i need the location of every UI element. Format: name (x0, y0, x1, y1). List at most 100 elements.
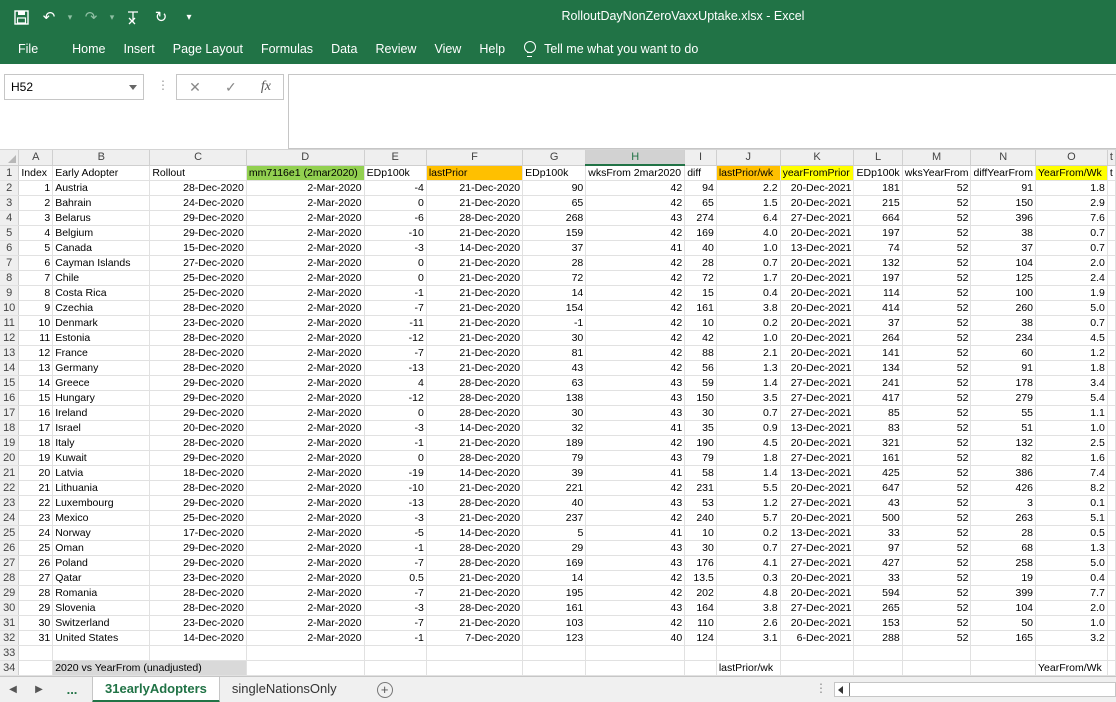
cell[interactable]: 21-Dec-2020 (426, 315, 524, 331)
cell[interactable]: 202 (684, 585, 717, 601)
cell[interactable]: -3 (364, 600, 427, 616)
cell[interactable]: 240 (684, 510, 717, 526)
cell[interactable]: 2-Mar-2020 (246, 225, 365, 241)
cell[interactable]: 29-Dec-2020 (149, 540, 247, 556)
cell[interactable]: 30 (684, 405, 717, 421)
cell[interactable] (684, 660, 717, 676)
cell[interactable]: 37 (522, 240, 587, 256)
cell[interactable]: 138 (522, 390, 587, 406)
header-cell[interactable]: lastPrior/wk (716, 165, 781, 181)
cell[interactable]: 2-Mar-2020 (246, 570, 365, 586)
cell[interactable]: Slovenia (52, 600, 151, 616)
cell[interactable]: 21 (18, 480, 54, 496)
cell[interactable]: 664 (853, 210, 903, 226)
cell[interactable]: 2-Mar-2020 (246, 600, 365, 616)
cell[interactable]: 4.1 (716, 555, 781, 571)
cell[interactable]: 1.4 (716, 375, 781, 391)
cell[interactable]: 23 (18, 510, 54, 526)
header-cell[interactable]: Rollout (149, 165, 247, 181)
cell[interactable] (1035, 645, 1108, 661)
cell[interactable]: 27-Dec-2020 (149, 255, 247, 271)
cell[interactable]: 28-Dec-2020 (149, 585, 247, 601)
cell[interactable]: 52 (902, 195, 972, 211)
cell[interactable]: 1.8 (716, 450, 781, 466)
column-header-c[interactable]: C (149, 150, 247, 166)
cell[interactable]: 0.7 (1035, 315, 1108, 331)
cell[interactable]: 26 (18, 555, 54, 571)
cell[interactable]: 41 (585, 420, 686, 436)
cell[interactable]: 2-Mar-2020 (246, 465, 365, 481)
cell[interactable]: 52 (902, 360, 972, 376)
cell[interactable]: 59 (684, 375, 717, 391)
tab-file[interactable]: File (0, 34, 63, 64)
cell[interactable]: 28 (18, 585, 54, 601)
cell[interactable]: -1 (364, 285, 427, 301)
cell[interactable] (780, 645, 855, 661)
cell[interactable]: 321 (853, 435, 903, 451)
header-cell[interactable]: EDp100k (364, 165, 427, 181)
cell[interactable]: 29-Dec-2020 (149, 495, 247, 511)
cell[interactable]: -13 (364, 360, 427, 376)
cell[interactable]: Ireland (52, 405, 151, 421)
cell[interactable]: 14-Dec-2020 (149, 630, 247, 646)
cell[interactable] (970, 660, 1037, 676)
cell[interactable]: 197 (853, 225, 903, 241)
tab-insert[interactable]: Insert (115, 34, 164, 64)
cell[interactable]: -7 (364, 345, 427, 361)
cell[interactable]: 51 (970, 420, 1037, 436)
cell[interactable]: 1 (18, 180, 54, 196)
cell[interactable]: 1.3 (716, 360, 781, 376)
cell[interactable]: 52 (902, 465, 972, 481)
row-header[interactable]: 4 (0, 210, 20, 226)
cell[interactable]: 21-Dec-2020 (426, 300, 524, 316)
cell[interactable] (426, 660, 524, 676)
cell[interactable]: 6.4 (716, 210, 781, 226)
formula-input[interactable] (288, 74, 1116, 149)
cell[interactable]: 68 (970, 540, 1037, 556)
cell[interactable]: 43 (585, 555, 686, 571)
header-cell[interactable]: lastPrior (426, 165, 524, 181)
row-header[interactable]: 22 (0, 480, 20, 496)
cell[interactable]: -4 (364, 180, 427, 196)
column-header-k[interactable]: K (780, 150, 855, 166)
tab-review[interactable]: Review (366, 34, 425, 64)
cell[interactable]: 161 (853, 450, 903, 466)
cell[interactable]: 42 (585, 360, 686, 376)
cell[interactable]: 94 (684, 180, 717, 196)
header-cell[interactable]: Early Adopter (52, 165, 151, 181)
cell[interactable]: 0.5 (364, 570, 427, 586)
cell[interactable]: 3.2 (1035, 630, 1108, 646)
cell[interactable]: Canada (52, 240, 151, 256)
cell[interactable]: 20-Dec-2021 (780, 180, 855, 196)
scroll-tabs-right-icon[interactable]: ▶ (26, 684, 52, 695)
cell[interactable] (1107, 540, 1116, 556)
cell[interactable]: 123 (522, 630, 587, 646)
cell[interactable]: 165 (970, 630, 1037, 646)
cell[interactable]: -12 (364, 330, 427, 346)
cell[interactable]: 2.4 (1035, 270, 1108, 286)
cell[interactable]: 2-Mar-2020 (246, 540, 365, 556)
cell[interactable]: 426 (970, 480, 1037, 496)
cell[interactable]: 2-Mar-2020 (246, 180, 365, 196)
header-cell[interactable]: t (1107, 165, 1116, 181)
cell[interactable]: 21-Dec-2020 (426, 480, 524, 496)
tab-home[interactable]: Home (63, 34, 114, 64)
cell[interactable]: 42 (585, 255, 686, 271)
cell[interactable]: 2-Mar-2020 (246, 300, 365, 316)
cell[interactable]: 104 (970, 255, 1037, 271)
cell[interactable]: 260 (970, 300, 1037, 316)
row-header[interactable]: 6 (0, 240, 20, 256)
cell[interactable]: Belarus (52, 210, 151, 226)
cell[interactable] (902, 645, 972, 661)
column-header-a[interactable]: A (18, 150, 54, 166)
cell[interactable]: 28-Dec-2020 (426, 540, 524, 556)
cell[interactable]: 7-Dec-2020 (426, 630, 524, 646)
cell[interactable] (1107, 255, 1116, 271)
cell[interactable]: 2-Mar-2020 (246, 255, 365, 271)
cell[interactable]: 2-Mar-2020 (246, 330, 365, 346)
cell[interactable]: 42 (585, 285, 686, 301)
cell[interactable]: 14-Dec-2020 (426, 525, 524, 541)
cell[interactable]: 161 (684, 300, 717, 316)
cell[interactable]: -3 (364, 420, 427, 436)
cell[interactable] (902, 660, 972, 676)
